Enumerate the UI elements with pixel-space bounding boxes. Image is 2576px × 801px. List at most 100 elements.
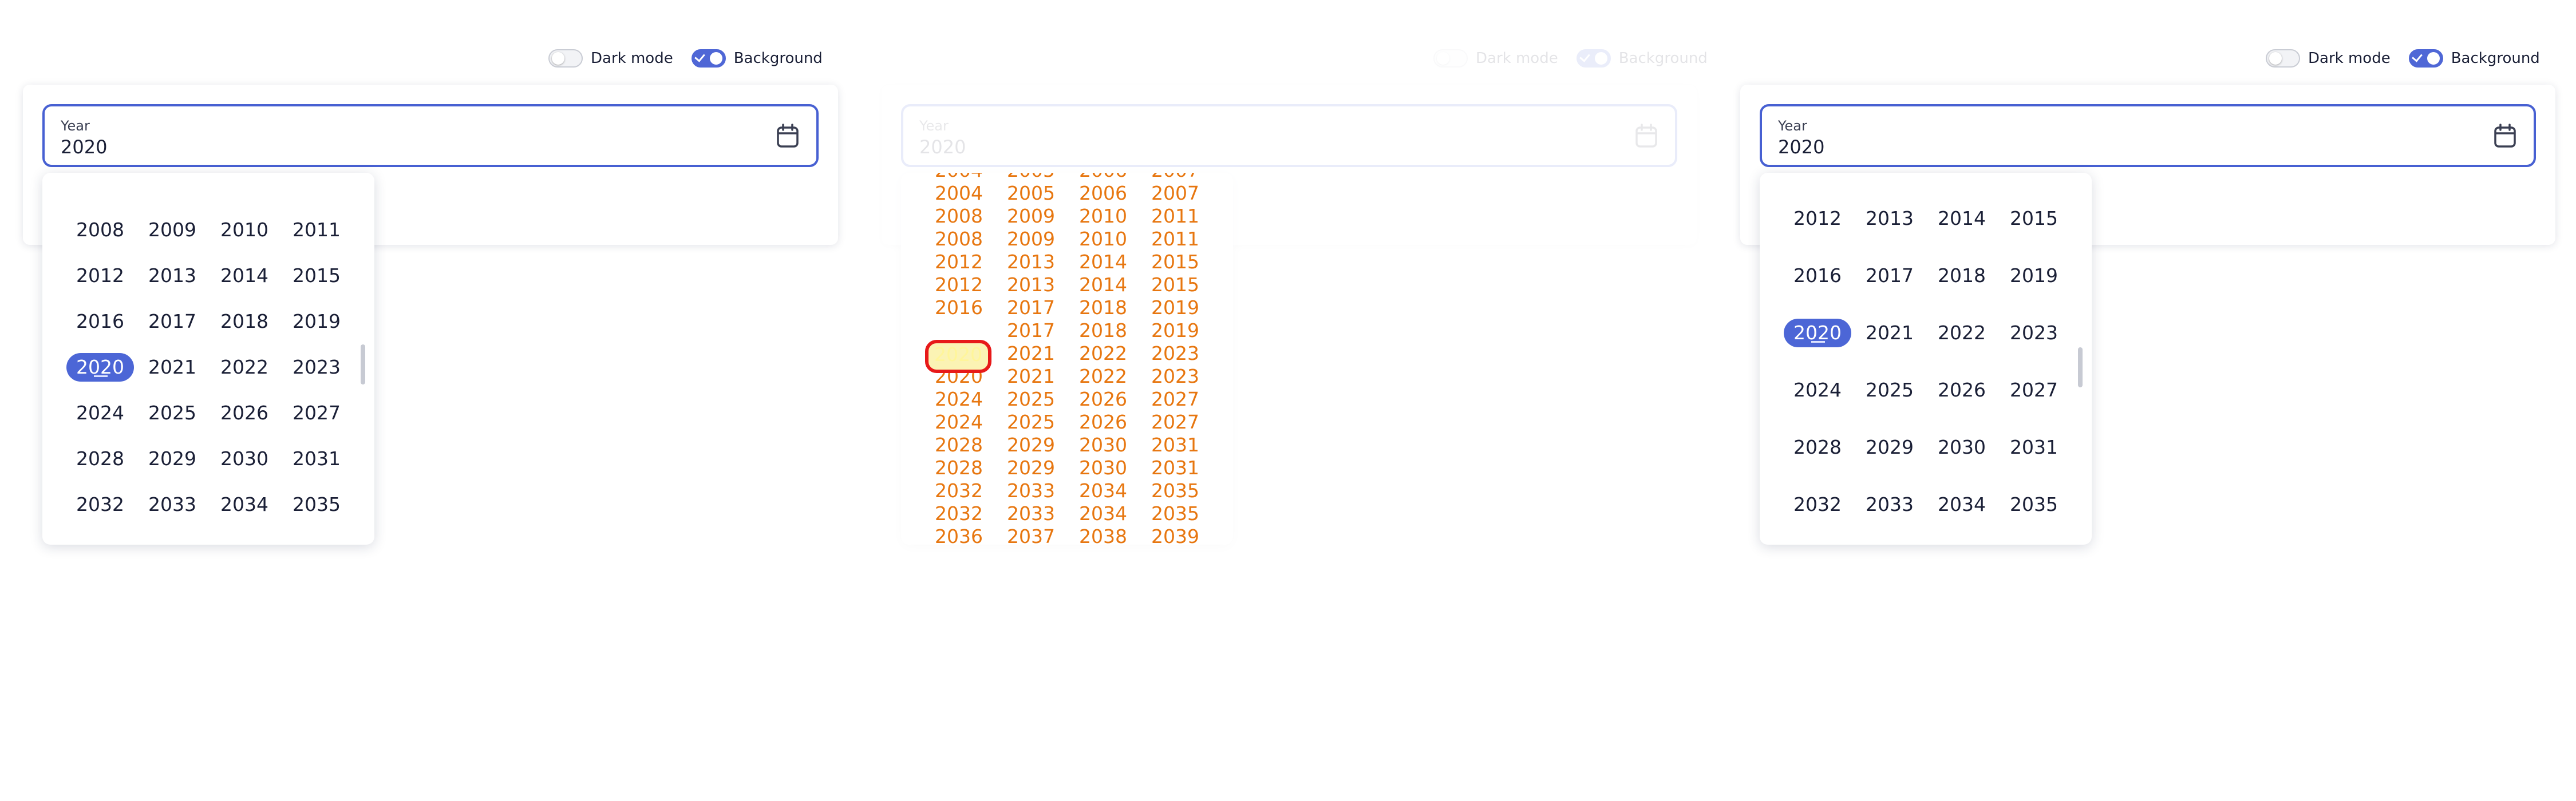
year-2033[interactable]: 2033 <box>139 490 206 519</box>
year-2025[interactable]: 2025 <box>1856 376 1923 405</box>
year-dropdown[interactable]: 2008 2009 2010 2011 2012 2013 2014 2015 2016 2017… <box>42 173 374 545</box>
scrollbar[interactable] <box>361 344 365 384</box>
year-2019[interactable]: 2019 <box>283 307 350 336</box>
year-2030[interactable]: 2030 <box>1928 433 1996 462</box>
year-2022[interactable]: 2018 <box>1069 319 1137 342</box>
year-2022[interactable]: 2022 <box>1928 319 1996 347</box>
year-2008[interactable]: 2008 <box>66 216 134 244</box>
background-toggle[interactable]: Background <box>691 49 823 68</box>
year-2013[interactable]: 2013 <box>1856 204 1923 233</box>
scrollbar-right[interactable] <box>2078 347 2083 387</box>
year-2032[interactable]: 2028 <box>925 457 993 479</box>
year-2009[interactable]: 2009 <box>139 216 206 244</box>
year-2016[interactable]: 2016 <box>66 307 134 336</box>
year-dropdown-right[interactable]: 2008 2009 2010 2011 2012201320142015 20162017… <box>1760 173 2092 545</box>
year-2017[interactable]: 2017 <box>1856 261 1923 290</box>
year-field-ghost[interactable]: Year 2020 <box>901 104 1677 167</box>
year-2013[interactable]: 2009 <box>997 228 1065 251</box>
year-2027[interactable]: 2027 <box>283 399 350 427</box>
year-2026[interactable]: 2022 <box>1069 365 1137 388</box>
year-2015[interactable]: 2011 <box>1141 228 1209 251</box>
dark-mode-switch[interactable] <box>548 49 583 68</box>
year-2021[interactable]: 2021 <box>1856 319 1923 347</box>
year-field[interactable]: Year 2020 <box>42 104 819 167</box>
year-2037[interactable]: 2033 <box>997 502 1065 525</box>
year-2009[interactable]: 2009 <box>1856 173 1923 176</box>
year-field-value-right[interactable]: 2020 <box>1778 136 1824 158</box>
year-2029[interactable]: 2029 <box>139 445 206 473</box>
year-2008[interactable]: 2004 <box>925 182 993 205</box>
year-2029[interactable]: 2025 <box>997 411 1065 434</box>
year-2023[interactable]: 2023 <box>2000 319 2068 347</box>
year-2013[interactable]: 2013 <box>139 261 206 290</box>
background-toggle-right[interactable]: Background <box>2408 49 2540 68</box>
year-field-value-ghost[interactable]: 2020 <box>919 136 966 158</box>
year-2023[interactable]: 2019 <box>1141 319 1209 342</box>
calendar-icon[interactable] <box>776 124 799 149</box>
year-2031[interactable]: 2031 <box>2000 433 2068 462</box>
year-2012[interactable]: 2012 <box>1784 204 1851 233</box>
year-2018[interactable]: 2018 <box>1928 261 1996 290</box>
year-2025[interactable]: 2025 <box>139 399 206 427</box>
year-2025[interactable]: 2021 <box>997 365 1065 388</box>
year-2033[interactable]: 2029 <box>997 457 1065 479</box>
year-2019[interactable]: 2019 <box>2000 261 2068 290</box>
year-2029[interactable]: 2029 <box>1856 433 1923 462</box>
dark-mode-toggle-right[interactable]: Dark mode <box>2266 49 2391 68</box>
dark-mode-switch-ghost[interactable] <box>1433 49 1468 68</box>
year-2032[interactable]: 2032 <box>1784 490 1851 519</box>
year-2026[interactable]: 2026 <box>211 399 278 427</box>
year-2032[interactable]: 2032 <box>66 490 134 519</box>
year-2011[interactable]: 2011 <box>283 216 350 244</box>
year-2014[interactable]: 2014 <box>211 261 278 290</box>
year-2034[interactable]: 2034 <box>1928 490 1996 519</box>
year-2019[interactable]: 2015 <box>1141 273 1209 296</box>
year-2011[interactable]: 2007 <box>1141 182 1209 205</box>
year-2011[interactable]: 2011 <box>2000 173 2068 176</box>
dark-mode-toggle-ghost[interactable]: Dark mode <box>1433 49 1558 68</box>
year-2024[interactable]: 2024 <box>66 399 134 427</box>
year-2035[interactable]: 2031 <box>1141 457 1209 479</box>
year-2012[interactable]: 2012 <box>66 261 134 290</box>
year-2015[interactable]: 2015 <box>2000 204 2068 233</box>
year-2016[interactable]: 2016 <box>1784 261 1851 290</box>
year-2008[interactable]: 2008 <box>1784 173 1851 176</box>
year-2026[interactable]: 2026 <box>1928 376 1996 405</box>
year-2023[interactable]: 2023 <box>283 353 350 382</box>
year-2020[interactable]: 2020 <box>1784 319 1851 347</box>
year-2030[interactable]: 2026 <box>1069 411 1137 434</box>
year-2028[interactable]: 2028 <box>1784 433 1851 462</box>
year-2031[interactable]: 2031 <box>283 445 350 473</box>
year-2039[interactable]: 2035 <box>1141 502 1209 525</box>
year-2036[interactable]: 2036 <box>925 525 993 545</box>
year-2018[interactable]: 2018 <box>211 307 278 336</box>
year-2030[interactable]: 2030 <box>211 445 278 473</box>
background-switch-ghost[interactable] <box>1576 49 1611 68</box>
calendar-icon[interactable] <box>1635 124 1658 149</box>
year-2038[interactable]: 2034 <box>1069 502 1137 525</box>
year-field-value[interactable]: 2020 <box>61 136 107 158</box>
year-2015[interactable]: 2015 <box>283 261 350 290</box>
background-switch[interactable] <box>691 49 726 68</box>
year-2021[interactable]: 2017 <box>997 319 1065 342</box>
year-2027[interactable]: 2027 <box>2000 376 2068 405</box>
year-2014[interactable]: 2010 <box>1069 228 1137 251</box>
dark-mode-switch-right[interactable] <box>2266 49 2300 68</box>
year-2009[interactable]: 2005 <box>997 182 1065 205</box>
year-2024[interactable]: 2024 <box>1784 376 1851 405</box>
year-field-right[interactable]: Year 2020 <box>1760 104 2536 167</box>
year-2035[interactable]: 2035 <box>283 490 350 519</box>
year-2039[interactable]: 2039 <box>1141 525 1209 545</box>
background-toggle-ghost[interactable]: Background <box>1576 49 1708 68</box>
year-2010[interactable]: 2006 <box>1069 182 1137 205</box>
year-2014[interactable]: 2014 <box>1928 204 1996 233</box>
year-2028[interactable]: 2024 <box>925 411 993 434</box>
year-2017[interactable]: 2017 <box>139 307 206 336</box>
year-2022[interactable]: 2022 <box>211 353 278 382</box>
year-2036[interactable]: 2032 <box>925 502 993 525</box>
year-2033[interactable]: 2033 <box>1856 490 1923 519</box>
year-2028[interactable]: 2028 <box>66 445 134 473</box>
year-2034[interactable]: 2034 <box>211 490 278 519</box>
year-2034[interactable]: 2030 <box>1069 457 1137 479</box>
year-2010[interactable]: 2010 <box>1928 173 1996 176</box>
